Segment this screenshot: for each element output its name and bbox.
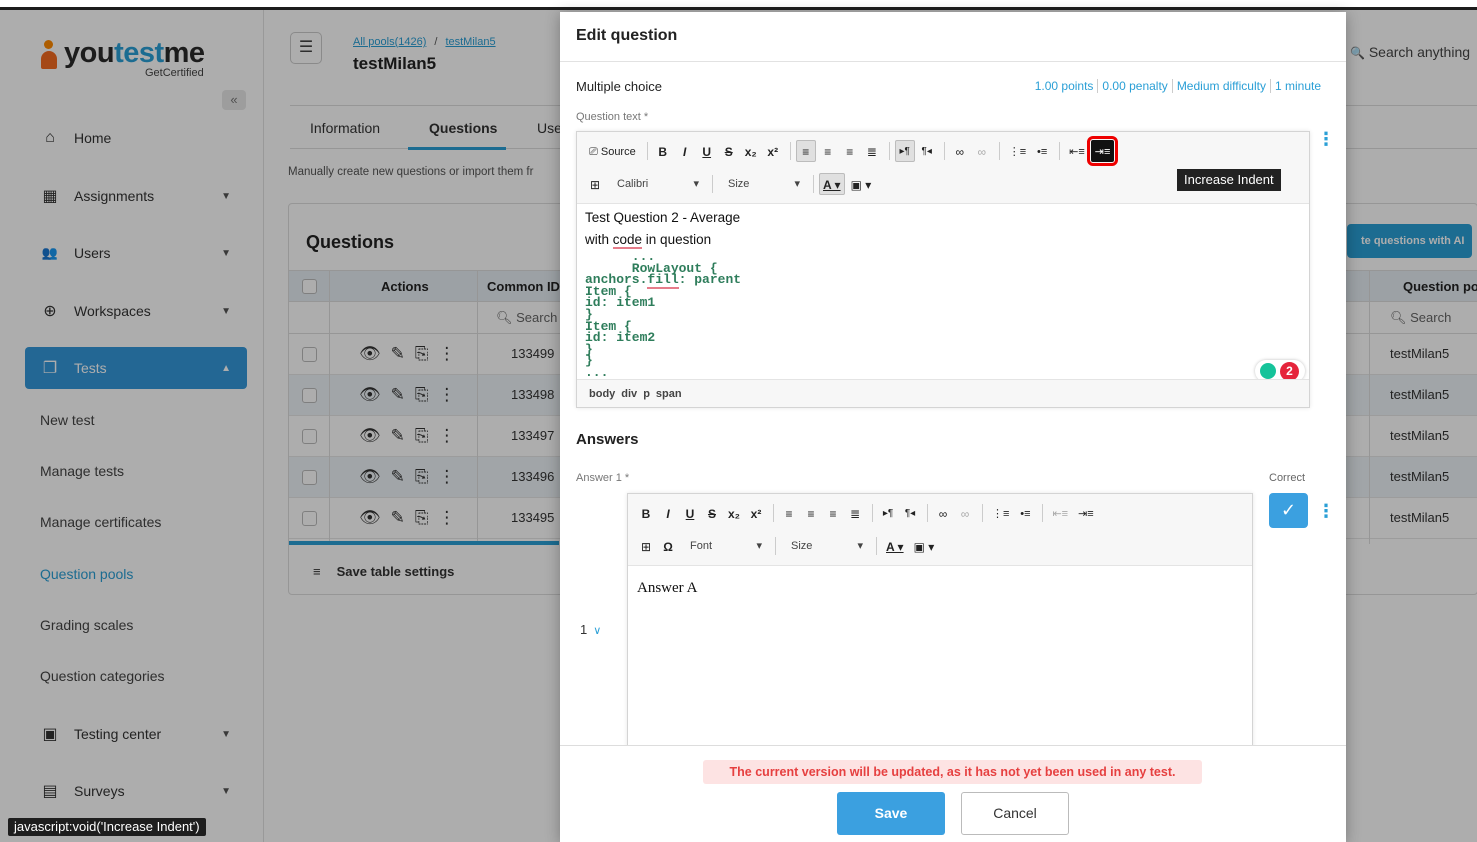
version-warning: The current version will be updated, as …: [703, 760, 1202, 784]
numbered-list-icon[interactable]: ⋮≡: [1005, 140, 1030, 162]
superscript-button[interactable]: x²: [763, 140, 783, 162]
element-path: body div p span: [577, 379, 1309, 407]
question-meta: 1.00 points 0.00 penalty Medium difficulty…: [1031, 79, 1325, 93]
duration-link[interactable]: 1 minute: [1269, 79, 1325, 93]
link-icon[interactable]: ∞: [950, 140, 970, 162]
answers-title: Answers: [576, 431, 639, 448]
superscript-button[interactable]: x²: [746, 502, 766, 524]
path-p[interactable]: p: [643, 388, 650, 400]
path-div[interactable]: div: [621, 388, 637, 400]
edit-question-modal: Edit question Multiple choice 1.00 point…: [560, 12, 1346, 842]
answer-editor-toolbar: B I U S x₂ x² ≡ ≡ ≡ ≣ ▸¶ ¶◂ ∞ ∞ ⋮≡ •≡ ⇤≡…: [628, 494, 1252, 566]
numbered-list-icon[interactable]: ⋮≡: [988, 502, 1013, 524]
text-color-icon[interactable]: A ▾: [882, 535, 908, 557]
grammarly-badge[interactable]: 2: [1255, 360, 1305, 379]
chevron-down-icon: ▾: [857, 540, 863, 552]
ltr-icon[interactable]: ▸¶: [878, 502, 898, 524]
decrease-indent-icon[interactable]: ⇤≡: [1065, 140, 1089, 162]
code-block: ... RowLayout { anchors.fill: parent Ite…: [585, 249, 742, 379]
italic-button[interactable]: I: [658, 502, 678, 524]
align-center-icon[interactable]: ≡: [801, 502, 821, 524]
link-icon[interactable]: ∞: [933, 502, 953, 524]
penalty-link[interactable]: 0.00 penalty: [1097, 79, 1172, 93]
answer-editor: B I U S x₂ x² ≡ ≡ ≡ ≣ ▸¶ ¶◂ ∞ ∞ ⋮≡ •≡ ⇤≡…: [627, 493, 1253, 763]
bulleted-list-icon[interactable]: •≡: [1015, 502, 1035, 524]
rtl-icon[interactable]: ¶◂: [900, 502, 920, 524]
justify-icon[interactable]: ≣: [862, 140, 882, 162]
answer-options-kebab-icon[interactable]: ⋮: [1317, 502, 1335, 520]
path-span[interactable]: span: [656, 388, 682, 400]
align-right-icon[interactable]: ≡: [823, 502, 843, 524]
check-icon: ✓: [1280, 500, 1297, 520]
italic-button[interactable]: I: [675, 140, 695, 162]
underline-button[interactable]: U: [697, 140, 717, 162]
save-button[interactable]: Save: [837, 792, 945, 835]
background-color-icon[interactable]: ▣ ▾: [847, 173, 876, 195]
modal-title: Edit question: [576, 27, 678, 44]
strikethrough-button[interactable]: S: [702, 502, 722, 524]
align-left-icon[interactable]: ≡: [779, 502, 799, 524]
grammarly-icon: [1260, 363, 1276, 379]
chevron-down-icon: ▾: [756, 540, 762, 552]
question-options-kebab-icon[interactable]: ⋮: [1317, 130, 1335, 148]
strikethrough-button[interactable]: S: [719, 140, 739, 162]
subscript-button[interactable]: x₂: [741, 140, 761, 162]
increase-indent-icon[interactable]: ⇥≡: [1074, 502, 1098, 524]
bold-button[interactable]: B: [653, 140, 673, 162]
correct-label: Correct: [1269, 472, 1306, 484]
font-select[interactable]: Font ▾: [680, 535, 770, 557]
size-select[interactable]: Size ▾: [781, 535, 871, 557]
unlink-icon[interactable]: ∞: [955, 502, 975, 524]
unlink-icon[interactable]: ∞: [972, 140, 992, 162]
chevron-down-icon: ▾: [693, 178, 699, 190]
text-color-icon[interactable]: A ▾: [819, 173, 845, 195]
top-border: [0, 0, 1477, 10]
source-button[interactable]: ⎚ Source: [585, 140, 640, 162]
ltr-icon[interactable]: ▸¶: [894, 140, 915, 162]
question-type: Multiple choice: [576, 79, 662, 94]
modal-header: Edit question: [560, 12, 1346, 62]
justify-icon[interactable]: ≣: [845, 502, 865, 524]
align-right-icon[interactable]: ≡: [840, 140, 860, 162]
bold-button[interactable]: B: [636, 502, 656, 524]
correct-checkbox[interactable]: ✓: [1269, 493, 1308, 528]
cancel-button[interactable]: Cancel: [961, 792, 1069, 835]
path-body[interactable]: body: [589, 388, 615, 400]
browser-status-bar: javascript:void('Increase Indent'): [8, 818, 206, 836]
rtl-icon[interactable]: ¶◂: [917, 140, 937, 162]
table-icon[interactable]: ⊞: [585, 173, 605, 195]
increase-indent-icon[interactable]: ⇥≡: [1086, 136, 1119, 166]
font-select[interactable]: Calibri ▾: [607, 173, 707, 195]
bulleted-list-icon[interactable]: •≡: [1032, 140, 1052, 162]
align-left-icon[interactable]: ≡: [795, 140, 816, 162]
answer-order-select[interactable]: 1 ∨: [580, 622, 601, 637]
background-color-icon[interactable]: ▣ ▾: [910, 535, 939, 557]
editor-toolbar: ⎚ Source B I U S x₂ x² ≡ ≡ ≡ ≣ ▸¶ ¶◂ ∞ ∞: [577, 132, 1309, 204]
subscript-button[interactable]: x₂: [724, 502, 744, 524]
points-link[interactable]: 1.00 points: [1031, 79, 1098, 93]
increase-indent-tooltip: Increase Indent: [1177, 169, 1281, 191]
special-char-icon[interactable]: Ω: [658, 535, 678, 557]
chevron-down-icon: ▾: [794, 178, 800, 190]
answer-text-content[interactable]: Answer A: [637, 580, 697, 597]
question-text-label: Question text *: [576, 111, 649, 123]
underline-button[interactable]: U: [680, 502, 700, 524]
align-center-icon[interactable]: ≡: [818, 140, 838, 162]
modal-footer: The current version will be updated, as …: [560, 745, 1346, 842]
table-icon[interactable]: ⊞: [636, 535, 656, 557]
size-select[interactable]: Size ▾: [718, 173, 808, 195]
difficulty-link[interactable]: Medium difficulty: [1171, 79, 1270, 93]
answer-label: Answer 1 *: [576, 472, 630, 484]
question-text-content[interactable]: Test Question 2 - Average with code in q…: [577, 204, 1309, 379]
decrease-indent-icon[interactable]: ⇤≡: [1048, 502, 1072, 524]
chevron-down-icon: ∨: [593, 625, 602, 637]
